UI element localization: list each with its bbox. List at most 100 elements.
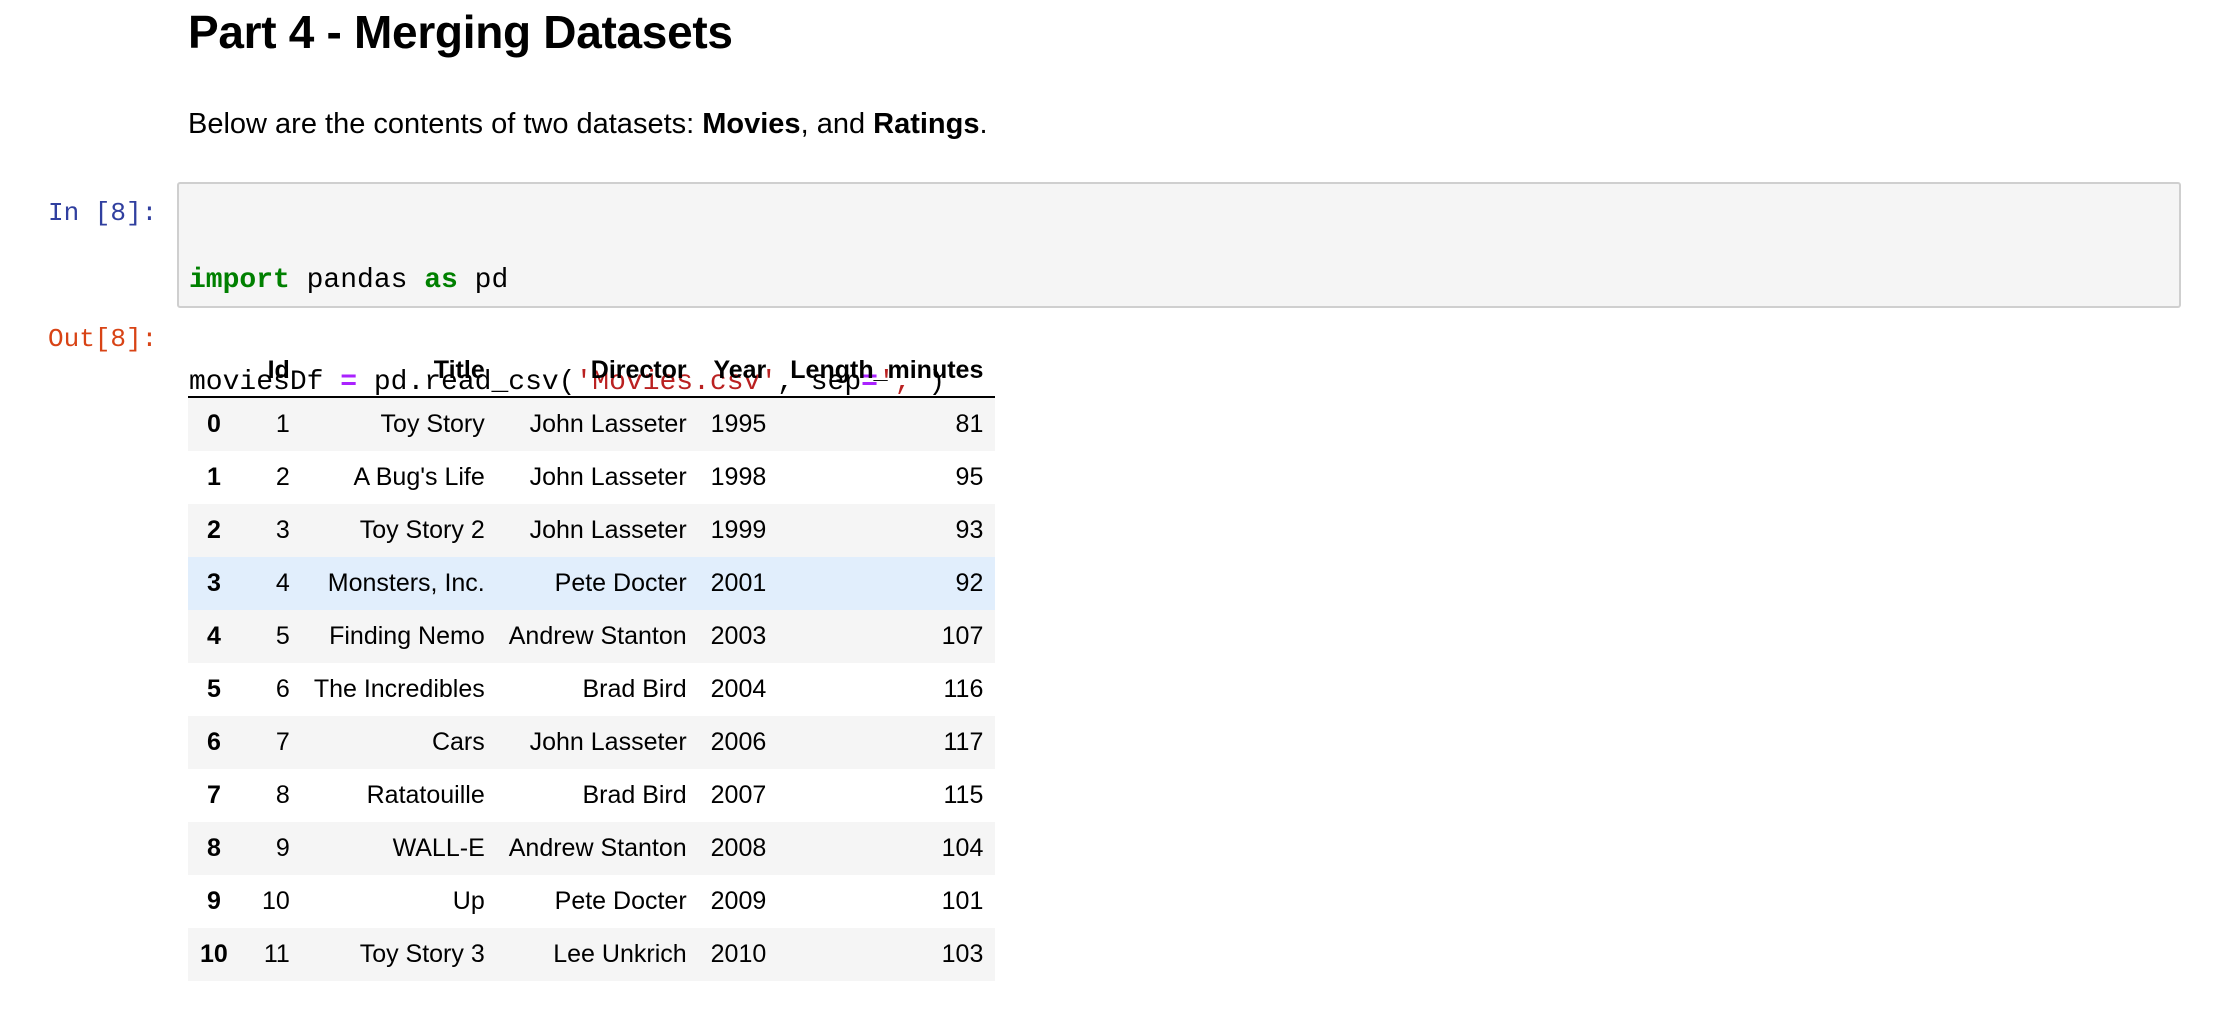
cell-year: 1995 [710,410,767,438]
cell-year: 2009 [710,887,767,915]
keyword-token: import [189,265,290,296]
code-cell-editor[interactable]: import pandas as pd moviesDf = pd.read_c… [177,182,2181,500]
cell-id: 5 [275,622,290,650]
row-index: 7 [206,781,221,809]
intro-text-prefix: Below are the contents of two datasets: [188,108,703,140]
intro-bold-movies: Movies [702,108,801,140]
cell-length-minutes: 115 [943,781,984,809]
row-index: 10 [200,940,228,968]
cell-director: Brad Bird [582,781,687,809]
cell-title: WALL-E [392,834,485,862]
table-row: 10 11 Toy Story 3 Lee Unkrich 2010 103 [188,928,996,981]
output-prompt: Out[8]: [48,324,158,354]
table-body: 0 1 Toy Story John Lasseter 1995 81 1 2 A Bug's … [188,397,996,981]
cell-id: 4 [275,569,290,597]
cell-director: Pete Docter [554,569,687,597]
section-heading: Part 4 - Merging Datasets [188,6,733,58]
dataframe-table: Id Title Director Year Length_minutes 0 1… [188,344,996,981]
row-index: 0 [206,410,221,438]
cell-id: 2 [275,463,290,491]
row-index: 8 [206,834,221,862]
cell-title: Up [452,887,485,915]
column-header-length-minutes: Length_minutes [778,344,996,398]
cell-id: 6 [275,675,290,703]
cell-year: 1998 [710,463,767,491]
column-header-director: Director [496,344,699,398]
cell-year: 2008 [710,834,767,862]
input-prompt: In [8]: [48,198,158,228]
cell-id: 10 [262,887,290,915]
cell-year: 2010 [710,940,767,968]
row-index: 5 [206,675,221,703]
table-row: 5 6 The Incredibles Brad Bird 2004 116 [188,663,996,716]
column-header-year: Year [698,344,779,398]
cell-director: John Lasseter [529,516,687,544]
table-row: 1 2 A Bug's Life John Lasseter 1998 95 [188,451,996,504]
cell-year: 1999 [710,516,767,544]
cell-year: 2001 [710,569,767,597]
table-row: 2 3 Toy Story 2 John Lasseter 1999 93 [188,504,996,557]
row-index: 6 [206,728,221,756]
cell-director: John Lasseter [529,410,687,438]
cell-id: 7 [275,728,290,756]
cell-id: 8 [275,781,290,809]
cell-length-minutes: 116 [943,675,984,703]
row-index: 9 [206,887,221,915]
column-header-title: Title [301,344,497,398]
cell-year: 2007 [710,781,767,809]
row-index: 4 [206,622,221,650]
code-token: pandas [289,265,425,296]
cell-title: The Incredibles [313,675,485,703]
cell-length-minutes: 95 [955,463,984,491]
cell-title: Finding Nemo [329,622,485,650]
cell-director: Andrew Stanton [508,622,687,650]
intro-text-suffix: . [979,108,988,140]
row-index: 2 [206,516,221,544]
table-row: 9 10 Up Pete Docter 2009 101 [188,875,996,928]
intro-text-middle: , and [800,108,874,140]
cell-director: John Lasseter [529,463,687,491]
cell-title: Toy Story 3 [359,940,485,968]
cell-director: Pete Docter [554,887,687,915]
cell-year: 2006 [710,728,767,756]
cell-length-minutes: 104 [941,834,984,862]
cell-length-minutes: 92 [955,569,984,597]
cell-id: 3 [275,516,290,544]
cell-length-minutes: 107 [941,622,984,650]
cell-title: Monsters, Inc. [327,569,485,597]
row-index: 1 [206,463,221,491]
cell-year: 2003 [710,622,767,650]
cell-title: Toy Story 2 [359,516,485,544]
table-row: 4 5 Finding Nemo Andrew Stanton 2003 107 [188,610,996,663]
cell-length-minutes: 93 [955,516,984,544]
cell-length-minutes: 103 [941,940,984,968]
cell-length-minutes: 81 [955,410,984,438]
cell-id: 9 [275,834,290,862]
cell-year: 2004 [710,675,767,703]
cell-director: Brad Bird [582,675,687,703]
cell-title: Cars [431,728,485,756]
table-row: 3 4 Monsters, Inc. Pete Docter 2001 92 [188,557,996,610]
table-header-row: Id Title Director Year Length_minutes [188,344,996,398]
cell-length-minutes: 117 [943,728,984,756]
cell-id: 1 [275,410,290,438]
cell-length-minutes: 101 [941,887,984,915]
intro-paragraph: Below are the contents of two datasets: … [188,104,988,144]
table-row: 0 1 Toy Story John Lasseter 1995 81 [188,397,996,451]
code-token: pd [457,265,509,296]
cell-title: Toy Story [380,410,485,438]
cell-director: Andrew Stanton [508,834,687,862]
table-row: 6 7 Cars John Lasseter 2006 117 [188,716,996,769]
cell-director: John Lasseter [529,728,687,756]
cell-director: Lee Unkrich [553,940,687,968]
cell-id: 11 [263,940,290,968]
cell-title: A Bug's Life [353,463,485,491]
code-line-1: import pandas as pd [189,264,945,298]
intro-bold-ratings: Ratings [873,108,980,140]
table-row: 7 8 Ratatouille Brad Bird 2007 115 [188,769,996,822]
cell-title: Ratatouille [366,781,485,809]
column-header-id: Id [239,344,302,398]
column-header-index [188,344,240,398]
table-row: 8 9 WALL-E Andrew Stanton 2008 104 [188,822,996,875]
row-index: 3 [206,569,221,597]
